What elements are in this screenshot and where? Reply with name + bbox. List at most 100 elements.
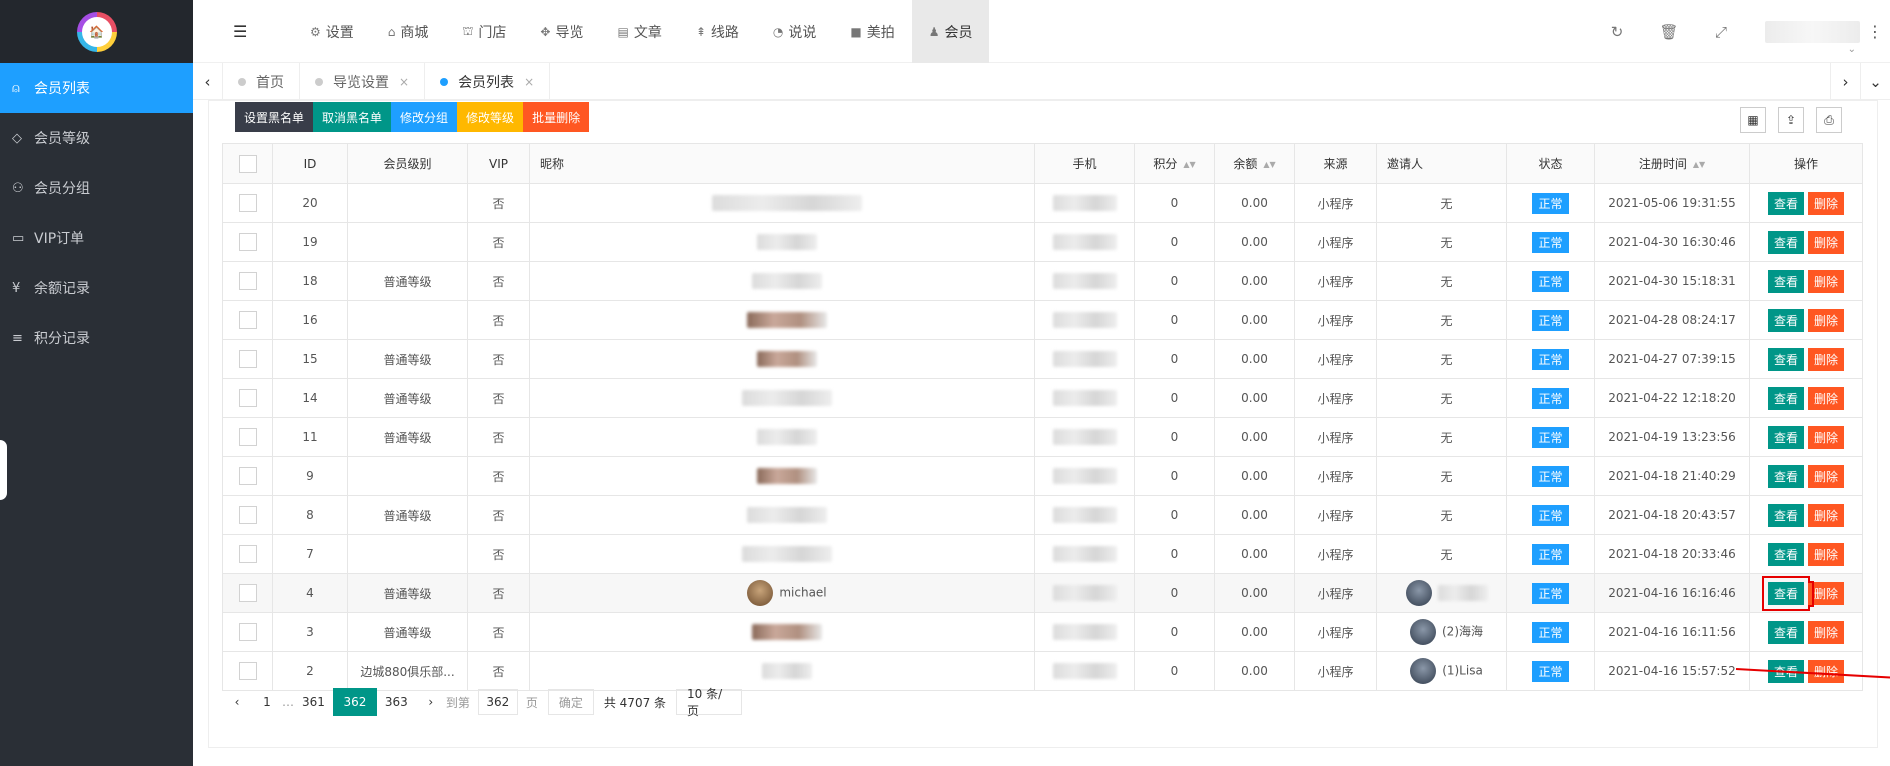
page-first[interactable]: 1 — [252, 688, 282, 716]
row-checkbox[interactable] — [238, 467, 257, 485]
change-level-button[interactable]: 修改等级 — [457, 102, 524, 132]
top-nav-settings[interactable]: ⚙ 设置 — [293, 0, 371, 63]
batch-delete-button[interactable]: 批量删除 — [523, 102, 590, 132]
refresh-icon[interactable]: ↻ — [1591, 23, 1643, 41]
view-button[interactable]: 查看 — [1767, 581, 1804, 605]
table-row: 7 否 0 0.00 小程序无正常 2021-04-18 20:33:46 查看 删除 — [222, 534, 1863, 574]
sidebar-collapse-handle[interactable] — [0, 440, 7, 500]
top-nav-label: 会员 — [944, 24, 973, 41]
delete-button[interactable]: 删除 — [1808, 347, 1845, 371]
tab-guide-settings[interactable]: 导览设置 × — [300, 63, 426, 100]
tab-menu-chevron-icon[interactable]: ⌄ — [1860, 63, 1890, 100]
set-blacklist-button[interactable]: 设置黑名单 — [235, 102, 314, 132]
top-nav-talk[interactable]: ◔ 说说 — [756, 0, 833, 63]
status-badge: 正常 — [1532, 621, 1569, 643]
cell-source: 小程序 — [1294, 495, 1377, 535]
columns-icon[interactable]: ▦ — [1740, 107, 1766, 133]
row-checkbox[interactable] — [238, 194, 257, 212]
cell-phone — [1034, 534, 1135, 574]
print-icon[interactable]: ⎙ — [1816, 107, 1842, 133]
close-icon[interactable]: × — [524, 75, 534, 89]
delete-button[interactable]: 删除 — [1808, 269, 1845, 293]
prev-page-icon[interactable]: ‹ — [222, 688, 252, 716]
sort-icon[interactable]: ▲▼ — [1183, 160, 1195, 169]
delete-button[interactable]: 删除 — [1808, 191, 1845, 215]
delete-button[interactable]: 删除 — [1808, 464, 1845, 488]
delete-button[interactable]: 删除 — [1808, 503, 1845, 527]
top-nav-guide[interactable]: ✥ 导览 — [523, 0, 600, 63]
goto-confirm-button[interactable]: 确定 — [547, 689, 594, 715]
view-button[interactable]: 查看 — [1767, 503, 1804, 527]
cell-source: 小程序 — [1294, 612, 1377, 652]
close-icon[interactable]: × — [399, 75, 409, 89]
row-checkbox[interactable] — [238, 545, 257, 563]
page-363[interactable]: 363 — [377, 688, 416, 716]
row-checkbox[interactable] — [238, 350, 257, 368]
view-button[interactable]: 查看 — [1767, 542, 1804, 566]
tab-scroll-right-icon[interactable]: › — [1830, 63, 1860, 100]
view-button[interactable]: 查看 — [1767, 386, 1804, 410]
view-button[interactable]: 查看 — [1767, 230, 1804, 254]
fullscreen-icon[interactable]: ⤢ — [1695, 23, 1747, 41]
delete-button[interactable]: 删除 — [1808, 308, 1845, 332]
sidebar-item-vip-order[interactable]: ▭ VIP订单 — [0, 213, 193, 263]
delete-button[interactable]: 删除 — [1808, 542, 1845, 566]
trash-icon[interactable]: 🗑 — [1643, 23, 1695, 41]
view-button[interactable]: 查看 — [1767, 464, 1804, 488]
menu-fold-icon[interactable]: ☰ — [233, 22, 247, 41]
change-group-button[interactable]: 修改分组 — [391, 102, 458, 132]
next-page-icon[interactable]: › — [416, 688, 446, 716]
row-checkbox[interactable] — [238, 389, 257, 407]
row-checkbox[interactable] — [238, 311, 257, 329]
view-button[interactable]: 查看 — [1767, 620, 1804, 644]
row-checkbox[interactable] — [238, 662, 257, 680]
row-checkbox[interactable] — [238, 506, 257, 524]
more-icon[interactable]: ⋮ — [1860, 22, 1890, 41]
tab-home[interactable]: 首页 — [223, 63, 300, 100]
select-all-checkbox[interactable] — [238, 154, 257, 173]
col-header-reg-time[interactable]: 注册时间 ▲▼ — [1594, 143, 1750, 184]
goto-page-input[interactable]: 362 — [477, 689, 518, 715]
user-menu[interactable] — [1765, 20, 1860, 43]
view-button[interactable]: 查看 — [1767, 425, 1804, 449]
delete-button[interactable]: 删除 — [1808, 386, 1845, 410]
col-header-points[interactable]: 积分 ▲▼ — [1134, 143, 1215, 184]
tab-scroll-left-icon[interactable]: ‹ — [193, 63, 223, 100]
view-button[interactable]: 查看 — [1767, 347, 1804, 371]
row-checkbox[interactable] — [238, 428, 257, 446]
top-nav-route[interactable]: ⇞ 线路 — [679, 0, 756, 63]
delete-button[interactable]: 删除 — [1808, 620, 1845, 644]
row-checkbox[interactable] — [238, 584, 257, 602]
top-nav-photo[interactable]: ■ 美拍 — [833, 0, 911, 63]
delete-button[interactable]: 删除 — [1808, 425, 1845, 449]
top-nav-store[interactable]: ⛫ 门店 — [445, 0, 523, 63]
sidebar-item-points-record[interactable]: ≡ 积分记录 — [0, 313, 193, 363]
row-checkbox[interactable] — [238, 272, 257, 290]
export-icon[interactable]: ⇪ — [1778, 107, 1804, 133]
delete-button[interactable]: 删除 — [1808, 581, 1845, 605]
top-nav-article[interactable]: ▤ 文章 — [600, 0, 678, 63]
page-size-select[interactable]: 10 条/页 — [676, 687, 743, 718]
sidebar-item-balance-record[interactable]: ¥ 余额记录 — [0, 263, 193, 313]
page-361[interactable]: 361 — [294, 688, 333, 716]
sidebar-item-member-level[interactable]: ◇ 会员等级 — [0, 113, 193, 163]
top-nav-member[interactable]: ♟ 会员 — [911, 0, 990, 63]
delete-button[interactable]: 删除 — [1808, 230, 1845, 254]
tab-member-list[interactable]: 会员列表 × — [425, 63, 551, 100]
page-current[interactable]: 362 — [332, 688, 377, 716]
top-nav-shop[interactable]: ⌂ 商城 — [371, 0, 446, 63]
sort-icon[interactable]: ▲▼ — [1693, 160, 1705, 169]
sidebar-item-member-list[interactable]: ⍝ 会员列表 — [0, 63, 193, 113]
col-header-balance[interactable]: 余额 ▲▼ — [1214, 143, 1295, 184]
sidebar-item-member-group[interactable]: ⚇ 会员分组 — [0, 163, 193, 213]
sort-icon[interactable]: ▲▼ — [1263, 160, 1275, 169]
chevron-down-icon[interactable]: ⌄ — [1848, 44, 1856, 55]
row-checkbox[interactable] — [238, 623, 257, 641]
row-checkbox[interactable] — [238, 233, 257, 251]
view-button[interactable]: 查看 — [1767, 308, 1804, 332]
view-button[interactable]: 查看 — [1767, 191, 1804, 215]
view-button[interactable]: 查看 — [1767, 269, 1804, 293]
cell-balance: 0.00 — [1214, 183, 1295, 223]
app-logo[interactable]: 🏠 — [76, 11, 117, 52]
cancel-blacklist-button[interactable]: 取消黑名单 — [313, 102, 392, 132]
